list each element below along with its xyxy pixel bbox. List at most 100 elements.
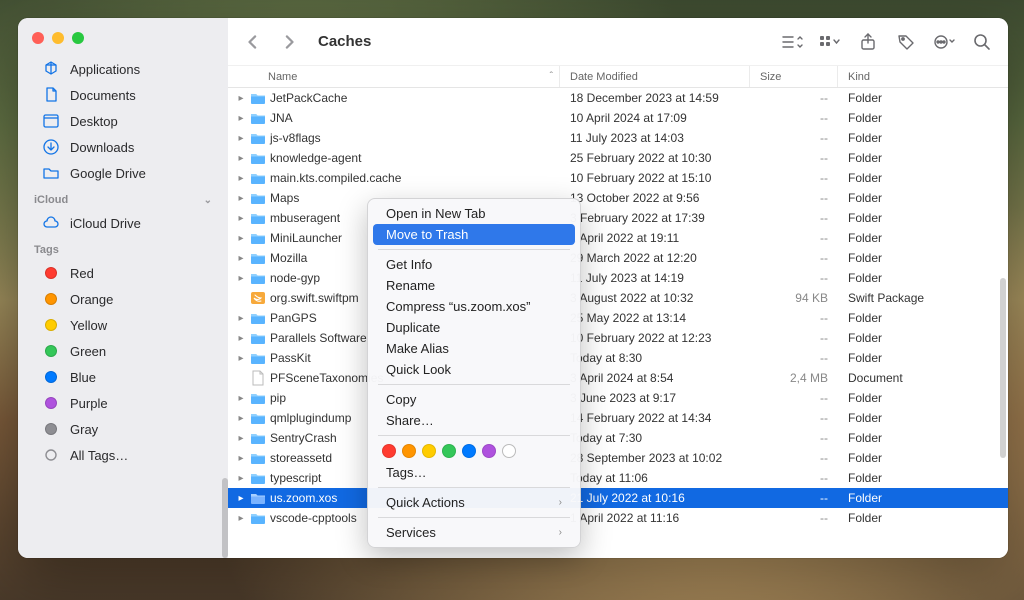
sidebar-tag-orange[interactable]: Orange <box>24 286 222 312</box>
sidebar-tag-purple[interactable]: Purple <box>24 390 222 416</box>
column-header-size[interactable]: Size <box>750 66 838 87</box>
disclosure-triangle-icon[interactable]: ▸ <box>236 433 246 444</box>
sidebar-item-desktop[interactable]: Desktop <box>24 108 222 134</box>
minimize-window-button[interactable] <box>52 32 64 44</box>
file-row[interactable]: ▸Maps13 October 2022 at 9:56--Folder <box>228 188 1008 208</box>
context-menu-item-compress-us-zoom-xos[interactable]: Compress “us.zoom.xos” <box>368 296 580 317</box>
context-menu-item-services[interactable]: Services› <box>368 522 580 543</box>
file-date: 14 February 2022 at 14:34 <box>560 411 750 425</box>
search-icon[interactable] <box>970 30 994 54</box>
sidebar-item-icloud-drive[interactable]: iCloud Drive <box>24 210 222 236</box>
context-menu-item-tags[interactable]: Tags… <box>368 462 580 483</box>
file-row[interactable]: org.swift.swiftpm3 August 2022 at 10:329… <box>228 288 1008 308</box>
nav-forward-button[interactable] <box>278 31 300 53</box>
file-row[interactable]: ▸main.kts.compiled.cache10 February 2022… <box>228 168 1008 188</box>
file-row[interactable]: ▸us.zoom.xos21 July 2022 at 10:16--Folde… <box>228 488 1008 508</box>
sidebar-tag-all-tags-[interactable]: All Tags… <box>24 442 222 468</box>
disclosure-triangle-icon[interactable]: ▸ <box>236 173 246 184</box>
disclosure-triangle-icon[interactable]: ▸ <box>236 213 246 224</box>
tag-color-orange[interactable] <box>402 444 416 458</box>
file-row[interactable]: ▸qmlplugindump14 February 2022 at 14:34-… <box>228 408 1008 428</box>
context-menu-item-copy[interactable]: Copy <box>368 389 580 410</box>
disclosure-triangle-icon[interactable]: ▸ <box>236 313 246 324</box>
tag-color-red[interactable] <box>382 444 396 458</box>
sidebar-item-documents[interactable]: Documents <box>24 82 222 108</box>
tag-color-purple[interactable] <box>482 444 496 458</box>
file-row[interactable]: ▸PanGPS25 May 2022 at 13:14--Folder <box>228 308 1008 328</box>
file-row[interactable]: ▸storeassetd28 September 2023 at 10:02--… <box>228 448 1008 468</box>
disclosure-triangle-icon[interactable]: ▸ <box>236 473 246 484</box>
disclosure-triangle-icon[interactable]: ▸ <box>236 513 246 524</box>
disclosure-triangle-icon[interactable]: ▸ <box>236 253 246 264</box>
close-window-button[interactable] <box>32 32 44 44</box>
sidebar-tag-gray[interactable]: Gray <box>24 416 222 442</box>
file-list[interactable]: ▸JetPackCache18 December 2023 at 14:59--… <box>228 88 1008 558</box>
disclosure-triangle-icon[interactable]: ▸ <box>236 93 246 104</box>
nav-back-button[interactable] <box>242 31 264 53</box>
column-header-name[interactable]: Name ˆ <box>228 66 560 87</box>
context-menu-item-share[interactable]: Share… <box>368 410 580 431</box>
group-icon[interactable] <box>818 30 842 54</box>
content-scrollbar[interactable] <box>1000 278 1006 458</box>
file-row[interactable]: PFSceneTaxonomies3 April 2024 at 8:542,4… <box>228 368 1008 388</box>
context-menu-item-open-in-new-tab[interactable]: Open in New Tab <box>368 203 580 224</box>
file-date: 10 February 2022 at 15:10 <box>560 171 750 185</box>
context-menu-item-quick-actions[interactable]: Quick Actions› <box>368 492 580 513</box>
sidebar-item-applications[interactable]: Applications <box>24 56 222 82</box>
view-list-icon[interactable] <box>780 30 804 54</box>
file-row[interactable]: ▸typescriptToday at 11:06--Folder <box>228 468 1008 488</box>
disclosure-triangle-icon[interactable]: ▸ <box>236 333 246 344</box>
action-menu-icon[interactable] <box>932 30 956 54</box>
context-menu-item-move-to-trash[interactable]: Move to Trash <box>373 224 575 245</box>
context-menu-item-quick-look[interactable]: Quick Look <box>368 359 580 380</box>
context-menu-item-rename[interactable]: Rename <box>368 275 580 296</box>
sidebar-section-tags[interactable]: Tags <box>18 236 228 260</box>
share-icon[interactable] <box>856 30 880 54</box>
sidebar-tag-green[interactable]: Green <box>24 338 222 364</box>
disclosure-triangle-icon[interactable]: ▸ <box>236 113 246 124</box>
disclosure-triangle-icon[interactable]: ▸ <box>236 193 246 204</box>
context-menu-item-make-alias[interactable]: Make Alias <box>368 338 580 359</box>
file-row[interactable]: ▸Mozilla29 March 2022 at 12:20--Folder <box>228 248 1008 268</box>
disclosure-triangle-icon[interactable]: ▸ <box>236 353 246 364</box>
file-row[interactable]: ▸MiniLauncher1 April 2022 at 19:11--Fold… <box>228 228 1008 248</box>
disclosure-triangle-icon[interactable]: ▸ <box>236 493 246 504</box>
tag-color-gray[interactable] <box>502 444 516 458</box>
file-row[interactable]: ▸Parallels Software10 February 2022 at 1… <box>228 328 1008 348</box>
disclosure-triangle-icon[interactable]: ▸ <box>236 133 246 144</box>
sidebar-item-google-drive[interactable]: Google Drive <box>24 160 222 186</box>
disclosure-triangle-icon[interactable]: ▸ <box>236 233 246 244</box>
file-row[interactable]: ▸knowledge-agent25 February 2022 at 10:3… <box>228 148 1008 168</box>
sidebar-tag-yellow[interactable]: Yellow <box>24 312 222 338</box>
tag-color-green[interactable] <box>442 444 456 458</box>
disclosure-triangle-icon[interactable]: ▸ <box>236 453 246 464</box>
file-row[interactable]: ▸js-v8flags11 July 2023 at 14:03--Folder <box>228 128 1008 148</box>
file-row[interactable]: ▸JetPackCache18 December 2023 at 14:59--… <box>228 88 1008 108</box>
tags-icon[interactable] <box>894 30 918 54</box>
context-menu-item-get-info[interactable]: Get Info <box>368 254 580 275</box>
tag-color-blue[interactable] <box>462 444 476 458</box>
file-row[interactable]: ▸SentryCrashToday at 7:30--Folder <box>228 428 1008 448</box>
sidebar-section-icloud[interactable]: iCloud ⌄ <box>18 186 228 210</box>
column-header-kind[interactable]: Kind <box>838 66 1008 87</box>
context-menu-item-label: Open in New Tab <box>386 206 486 221</box>
tag-dot-icon <box>42 420 60 438</box>
disclosure-triangle-icon[interactable]: ▸ <box>236 273 246 284</box>
file-row[interactable]: ▸pip3 June 2023 at 9:17--Folder <box>228 388 1008 408</box>
column-header-date[interactable]: Date Modified <box>560 66 750 87</box>
tag-color-yellow[interactable] <box>422 444 436 458</box>
file-row[interactable]: ▸vscode-cpptools1 April 2022 at 11:16--F… <box>228 508 1008 528</box>
file-row[interactable]: ▸PassKitToday at 8:30--Folder <box>228 348 1008 368</box>
disclosure-triangle-icon[interactable]: ▸ <box>236 413 246 424</box>
disclosure-triangle-icon[interactable]: ▸ <box>236 153 246 164</box>
disclosure-triangle-icon[interactable]: ▸ <box>236 393 246 404</box>
file-row[interactable]: ▸mbuseragent3 February 2022 at 17:39--Fo… <box>228 208 1008 228</box>
context-menu-item-duplicate[interactable]: Duplicate <box>368 317 580 338</box>
zoom-window-button[interactable] <box>72 32 84 44</box>
file-row[interactable]: ▸JNA10 April 2024 at 17:09--Folder <box>228 108 1008 128</box>
context-menu: Open in New Tab Move to Trash Get InfoRena… <box>367 198 581 548</box>
sidebar-item-downloads[interactable]: Downloads <box>24 134 222 160</box>
file-row[interactable]: ▸node-gyp11 July 2023 at 14:19--Folder <box>228 268 1008 288</box>
sidebar-tag-red[interactable]: Red <box>24 260 222 286</box>
sidebar-tag-blue[interactable]: Blue <box>24 364 222 390</box>
